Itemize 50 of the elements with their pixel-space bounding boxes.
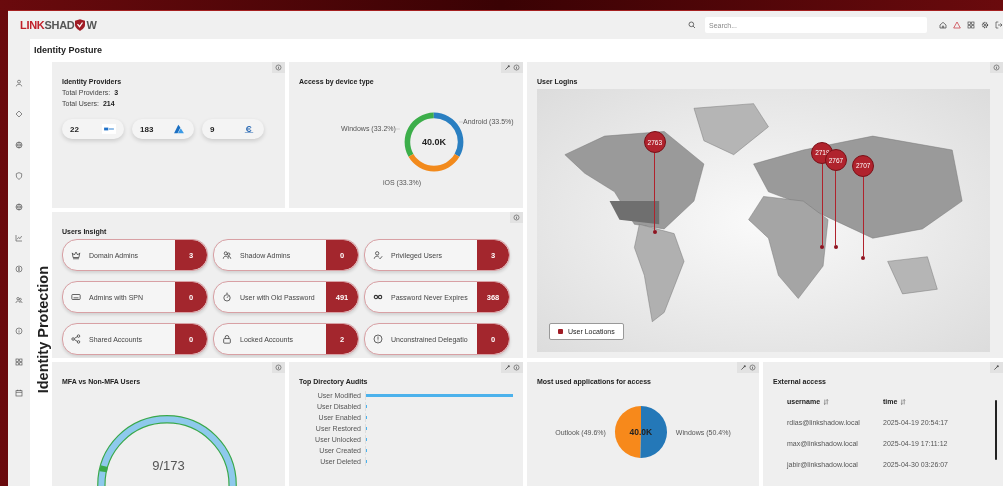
lock-icon — [222, 334, 232, 344]
section-label: Identity Protection — [35, 265, 51, 394]
home-icon[interactable] — [939, 21, 947, 29]
sort-icon[interactable] — [823, 398, 830, 405]
crown-icon — [71, 250, 81, 260]
info-icon[interactable] — [513, 214, 520, 221]
infinity-icon — [373, 292, 383, 302]
users-icon[interactable] — [15, 296, 23, 304]
calendar-icon[interactable] — [15, 389, 23, 397]
chart-icon[interactable] — [15, 234, 23, 242]
users-icon — [222, 250, 232, 260]
card-icon — [71, 292, 81, 302]
settings-icon[interactable] — [981, 21, 989, 29]
globe-icon[interactable] — [15, 141, 23, 149]
warning-icon[interactable] — [953, 21, 961, 29]
search-icon[interactable] — [688, 21, 696, 29]
wrench-icon[interactable] — [504, 364, 511, 371]
provider-logo-icon — [102, 124, 116, 134]
info-icon[interactable] — [993, 64, 1000, 71]
sort-icon[interactable] — [900, 398, 907, 405]
globe2-icon[interactable] — [15, 203, 23, 211]
wrench-icon[interactable] — [504, 64, 511, 71]
provider-count: 183 — [140, 124, 154, 134]
timer-icon — [222, 292, 232, 302]
donut-total: 40.0K — [421, 137, 447, 147]
mfa-reading: 9/173 — [151, 458, 186, 473]
wrench-icon[interactable] — [993, 364, 1000, 371]
info-icon[interactable] — [513, 64, 520, 71]
provider-count: 9 — [210, 124, 215, 134]
azure-logo-icon — [172, 124, 186, 134]
share-icon — [71, 334, 81, 344]
grid-icon[interactable] — [967, 21, 975, 29]
coin-icon[interactable] — [15, 265, 23, 273]
logo: LINKSHAD W — [20, 19, 97, 31]
info-icon[interactable] — [275, 364, 282, 371]
user-icon[interactable] — [15, 79, 23, 87]
provider-logo-icon — [242, 124, 256, 134]
alert-icon — [373, 334, 383, 344]
provider-count: 22 — [70, 124, 79, 134]
page-title: Identity Posture — [34, 45, 103, 55]
info-icon[interactable] — [749, 364, 756, 371]
info-icon[interactable] — [275, 64, 282, 71]
user-check-icon — [373, 250, 383, 260]
diamond-icon[interactable] — [15, 110, 23, 118]
info-icon[interactable] — [15, 327, 23, 335]
logout-icon[interactable] — [995, 21, 1003, 29]
grid-icon[interactable] — [15, 358, 23, 366]
wrench-icon[interactable] — [740, 364, 747, 371]
shield-icon[interactable] — [15, 172, 23, 180]
info-icon[interactable] — [513, 364, 520, 371]
